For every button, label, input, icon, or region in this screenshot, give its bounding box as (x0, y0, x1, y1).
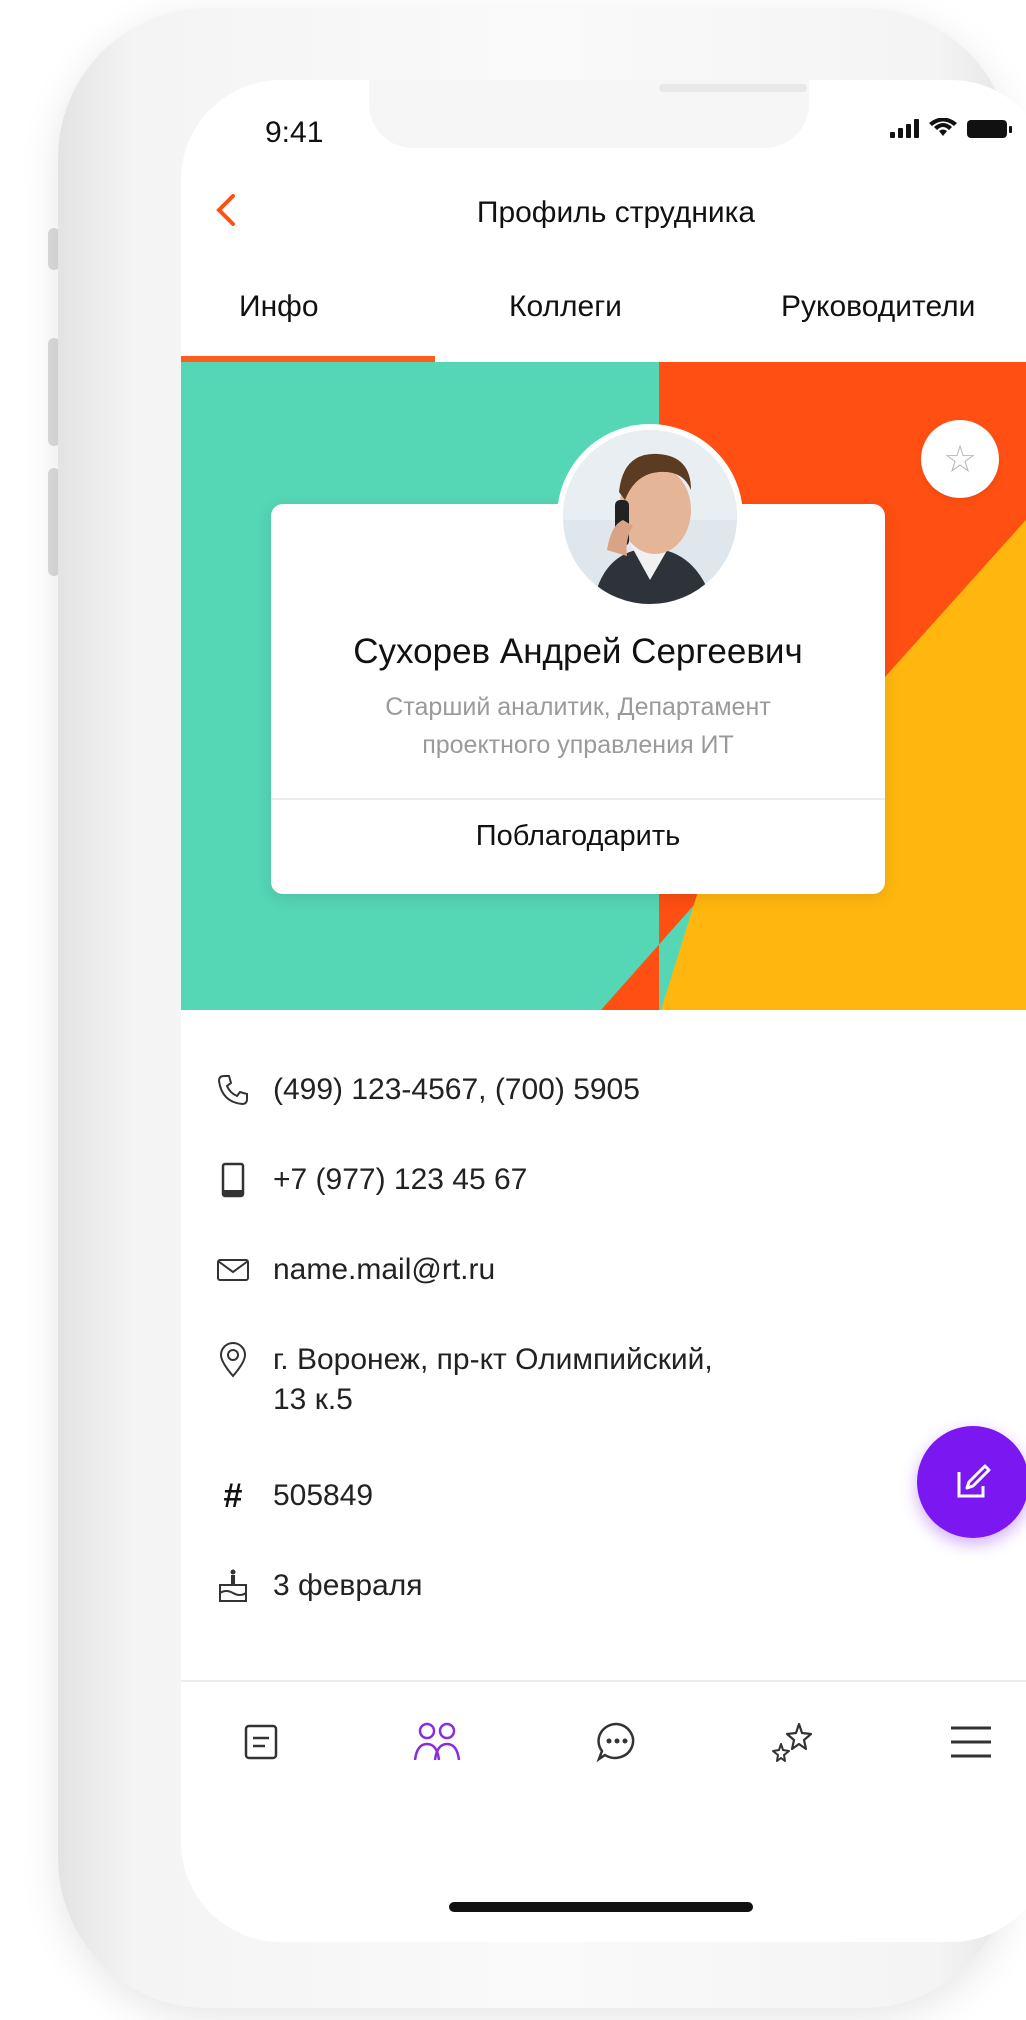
cake-icon (213, 1566, 253, 1606)
tab-managers[interactable]: Руководители (781, 290, 975, 324)
notch (369, 80, 809, 148)
position-line-1: Старший аналитик, Департамент (385, 693, 771, 721)
wifi-icon (929, 118, 957, 136)
profile-banner: ☆ Сухорев Андрей Сергеевич Старший анали… (181, 362, 1026, 1010)
tabbar-news[interactable] (231, 1712, 291, 1772)
address-row[interactable]: г. Воронеж, пр-кт Олимпийский, 13 к.5 (213, 1340, 713, 1420)
news-icon (244, 1724, 278, 1760)
mobile-text: +7 (977) 123 45 67 (273, 1163, 528, 1196)
status-time: 9:41 (265, 116, 324, 149)
battery-icon (967, 120, 1012, 138)
mobile-icon (213, 1160, 253, 1200)
tab-info[interactable]: Инфо (239, 290, 319, 324)
address-text: г. Воронеж, пр-кт Олимпийский, 13 к.5 (273, 1340, 713, 1420)
stars-icon (772, 1722, 813, 1762)
location-icon (213, 1340, 253, 1380)
edit-icon (957, 1464, 991, 1498)
phone-row[interactable]: (499) 123-4567, (700) 5905 (213, 1070, 640, 1110)
card-divider (271, 798, 885, 800)
star-icon: ☆ (942, 438, 978, 481)
email-text: name.mail@rt.ru (273, 1253, 496, 1286)
tabbar-chat[interactable] (587, 1712, 647, 1772)
phone-icon (213, 1070, 253, 1110)
birthday-row: 3 февраля (213, 1566, 422, 1606)
nav-bar: Профиль струдника (181, 180, 1026, 260)
tab-bar: Инфо Коллеги Руководители (181, 280, 1026, 362)
speaker (659, 84, 807, 92)
status-icons (890, 118, 1012, 138)
phone-frame: 9:41 Профиль струдника Инфо Коллеги Руко… (58, 8, 1026, 2008)
tabbar-people[interactable] (407, 1712, 467, 1772)
screen: 9:41 Профиль струдника Инфо Коллеги Руко… (181, 80, 1026, 1942)
people-icon (413, 1722, 461, 1761)
mobile-row[interactable]: +7 (977) 123 45 67 (213, 1160, 527, 1200)
chat-icon (596, 1722, 635, 1763)
phone-text: (499) 123-4567, (700) 5905 (273, 1073, 640, 1106)
tab-colleagues[interactable]: Коллеги (509, 290, 622, 324)
favorite-button[interactable]: ☆ (921, 420, 999, 498)
id-text: 505849 (273, 1479, 374, 1512)
edit-fab[interactable] (917, 1426, 1026, 1538)
email-row[interactable]: name.mail@rt.ru (213, 1250, 495, 1290)
tabbar-menu[interactable] (941, 1712, 1001, 1772)
thank-button[interactable]: Поблагодарить (271, 820, 885, 853)
bottom-tabbar (181, 1682, 1026, 1802)
tabbar-stars[interactable] (763, 1712, 823, 1772)
page-title: Профиль струдника (476, 196, 756, 229)
position-line-2: проектного управления ИТ (422, 731, 734, 759)
menu-icon (951, 1726, 991, 1758)
employee-position: Старший аналитик, Департамент проектного… (271, 688, 885, 764)
mail-icon (213, 1250, 253, 1290)
birthday-text: 3 февраля (273, 1569, 423, 1602)
address-line-2: 13 к.5 (273, 1383, 353, 1416)
home-indicator[interactable] (449, 1902, 753, 1912)
address-line-1: г. Воронеж, пр-кт Олимпийский, (273, 1343, 713, 1376)
employee-name: Сухорев Андрей Сергеевич (353, 632, 803, 671)
hash-icon: # (223, 1476, 243, 1515)
id-row: # 505849 (213, 1476, 374, 1516)
avatar (557, 424, 743, 610)
signal-icon (890, 118, 919, 138)
